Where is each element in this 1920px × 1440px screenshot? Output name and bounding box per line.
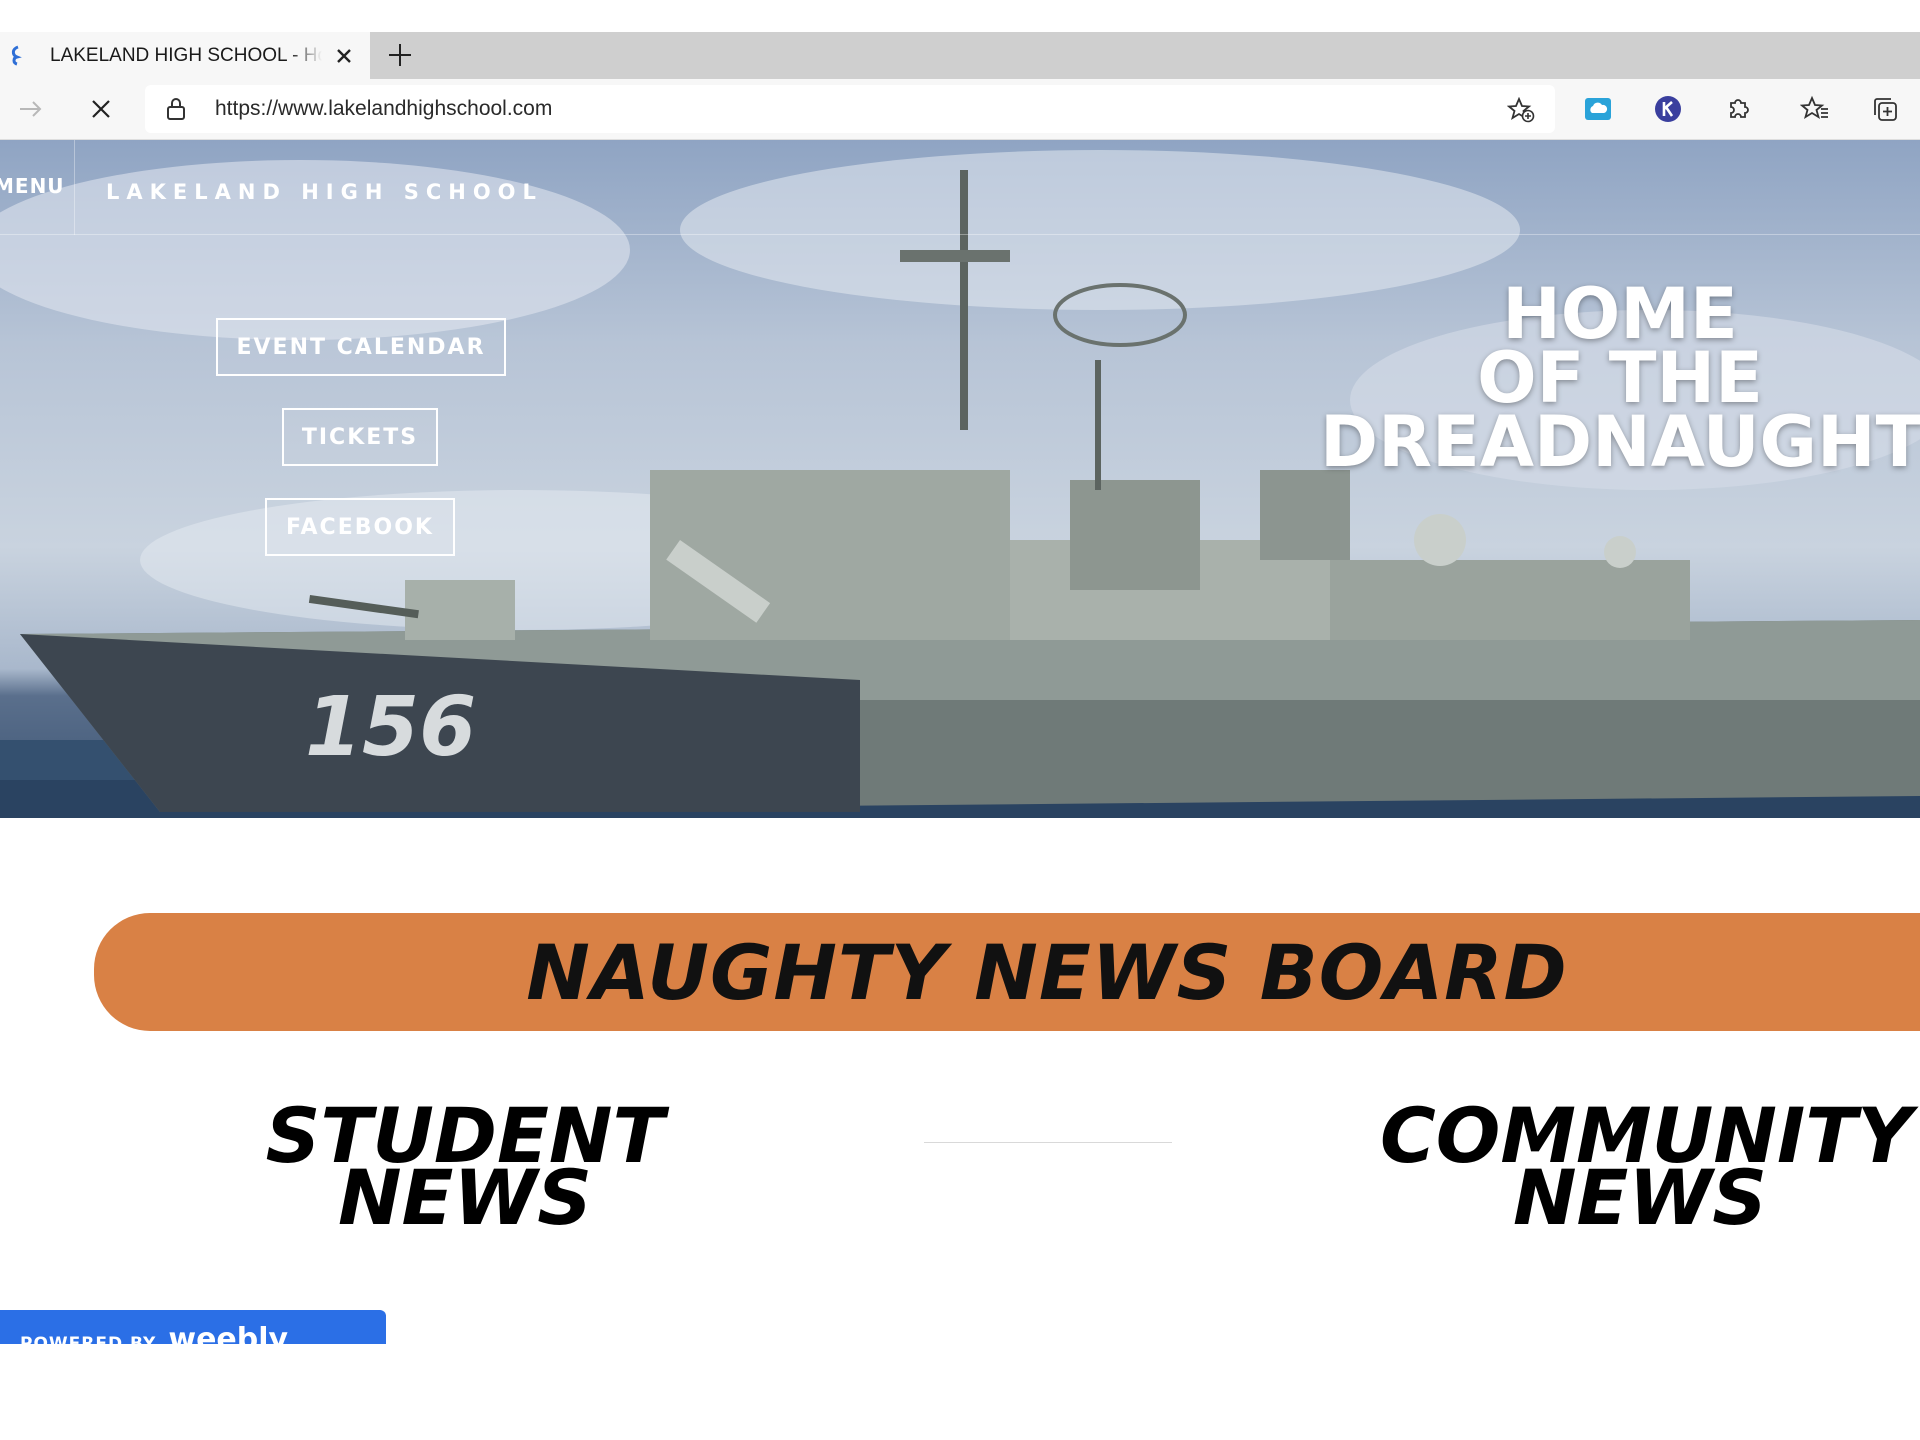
news-board-banner: NAUGHTY NEWS BOARD	[94, 913, 1920, 1031]
divider	[924, 1142, 1172, 1143]
svg-text:156: 156	[305, 680, 476, 775]
browser-tab[interactable]: LAKELAND HIGH SCHOOL - Home	[0, 32, 370, 79]
browser-toolbar: https://www.lakelandhighschool.com	[0, 79, 1920, 140]
favorites-icon[interactable]	[1800, 94, 1830, 124]
weebly-logo: weebly	[168, 1322, 289, 1344]
weebly-badge-text: POWERED BY weebly	[20, 1322, 288, 1344]
close-icon[interactable]	[332, 44, 356, 68]
tab-bar: LAKELAND HIGH SCHOOL - Home	[0, 32, 1920, 79]
site-title[interactable]: LAKELAND HIGH SCHOOL	[106, 180, 543, 204]
tickets-button[interactable]: TICKETS	[282, 408, 438, 466]
hero-headline: HOME OF THE DREADNAUGHTS	[1320, 279, 1920, 483]
add-favorite-icon[interactable]	[1507, 97, 1535, 123]
forward-icon[interactable]	[16, 94, 46, 124]
address-bar[interactable]: https://www.lakelandhighschool.com	[145, 85, 1555, 133]
window-top-strip	[0, 0, 1920, 32]
news-board-title: NAUGHTY NEWS BOARD	[526, 927, 1568, 1017]
tab-title: LAKELAND HIGH SCHOOL - Home	[50, 45, 322, 66]
powered-by-weebly-badge[interactable]: POWERED BY weebly	[0, 1310, 386, 1344]
student-news-heading: STUDENT NEWS	[265, 1098, 665, 1236]
extension-k-icon[interactable]	[1653, 94, 1683, 124]
extensions-icon[interactable]	[1723, 94, 1753, 124]
lock-icon[interactable]	[165, 97, 187, 121]
menu-button[interactable]: MENU	[0, 174, 65, 198]
hero-banner: 156 MENU LAKELAND HIGH SCHOOL EVENT CALE…	[0, 140, 1920, 818]
favicon-icon	[11, 45, 22, 66]
event-calendar-button[interactable]: EVENT CALENDAR	[216, 318, 506, 376]
collections-icon[interactable]	[1870, 94, 1900, 124]
stop-icon[interactable]	[86, 94, 116, 124]
nav-divider	[74, 140, 75, 235]
extension-cloud-icon[interactable]	[1583, 94, 1613, 124]
headline-line: DREADNAUGHTS	[1320, 401, 1920, 483]
url-text[interactable]: https://www.lakelandhighschool.com	[215, 97, 552, 121]
community-news-heading: COMMUNITY NEWS	[1380, 1098, 1912, 1236]
site-nav: MENU LAKELAND HIGH SCHOOL	[0, 140, 1920, 235]
facebook-button[interactable]: FACEBOOK	[265, 498, 455, 556]
badge-prefix: POWERED BY	[20, 1334, 157, 1344]
plus-icon[interactable]	[385, 40, 415, 70]
